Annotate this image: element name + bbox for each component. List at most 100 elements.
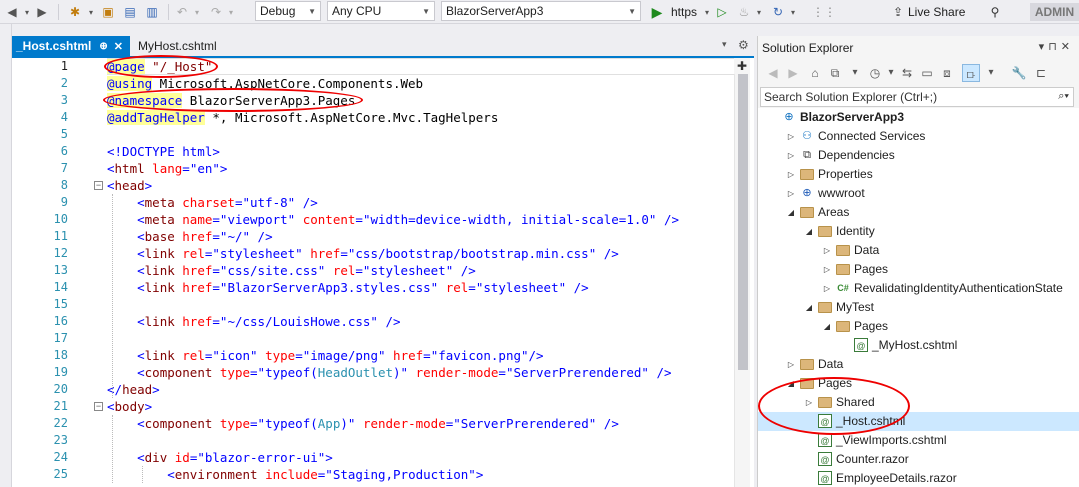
tree-item[interactable]: ▷ Pages [758,260,1079,279]
configuration-select[interactable]: Debug ▼ [255,1,321,21]
back-icon[interactable]: ◀ [4,3,20,21]
tree-item[interactable]: @ EmployeeDetails.razor [758,469,1079,487]
feedback-icon[interactable]: ⚲ [986,3,1004,21]
save-all-icon[interactable]: ▥ [144,3,160,21]
collapsed-arrow-icon[interactable]: ▷ [786,184,796,203]
solution-tree[interactable]: ⊕ BlazorServerApp3 ▷ ⚇ Connected Services ▷ ⧉ D… [758,108,1079,487]
user-account-badge[interactable]: ADMIN [1030,3,1079,21]
code-line[interactable]: @page "/_Host" [107,58,212,75]
code-line[interactable]: @using Microsoft.AspNetCore.Components.W… [107,75,423,92]
tree-item[interactable]: ▷ ⧉ Dependencies [758,146,1079,165]
code-line[interactable]: <meta name="viewport" content="width=dev… [107,211,679,228]
code-line[interactable]: </head> [107,381,160,398]
forward-icon[interactable]: ▶ [34,3,50,21]
startup-project-select[interactable]: BlazorServerApp3 ▼ [441,1,641,21]
expanded-arrow-icon[interactable]: ◢ [786,203,796,222]
code-line[interactable]: @namespace BlazorServerApp3.Pages [107,92,355,109]
expanded-arrow-icon[interactable]: ◢ [786,374,796,393]
collapse-all-icon[interactable]: ▭ [918,64,936,82]
collapsed-arrow-icon[interactable]: ▷ [786,165,796,184]
back-dropdown-icon[interactable]: ▾ [22,3,32,21]
code-line[interactable]: <base href="~/" /> [107,228,273,245]
close-icon[interactable]: ✕ [1061,41,1074,53]
back-icon[interactable]: ◀ [764,64,782,82]
collapsed-arrow-icon[interactable]: ▷ [786,146,796,165]
editor-vertical-scrollbar[interactable] [734,58,750,487]
hot-reload-icon[interactable]: ♨ [736,3,752,21]
code-line[interactable]: <body> [107,398,152,415]
code-line[interactable]: <link rel="stylesheet" href="css/bootstr… [107,245,619,262]
tree-item[interactable]: ◢ Pages [758,374,1079,393]
panel-dropdown-icon[interactable]: ▾ [1039,41,1049,53]
forward-icon[interactable]: ▶ [784,64,802,82]
code-line[interactable]: <link href="~/css/LouisHowe.css" /> [107,313,400,330]
collapsed-arrow-icon[interactable]: ▷ [822,260,832,279]
collapsed-arrow-icon[interactable]: ▷ [786,355,796,374]
run-profile-label[interactable]: https [667,3,701,21]
tree-item[interactable]: ▷ ⚇ Connected Services [758,127,1079,146]
undo-dropdown-icon[interactable]: ▾ [192,3,202,21]
search-icon[interactable]: ⌕▾ [1058,90,1069,103]
code-line[interactable]: <component type="typeof(App)" render-mod… [107,415,619,432]
sync-icon[interactable]: ⇆ [898,64,916,82]
tree-item[interactable]: @ _Host.cshtml [758,412,1079,431]
platform-select[interactable]: Any CPU ▼ [327,1,435,21]
code-line[interactable]: <link rel="icon" type="image/png" href="… [107,347,543,364]
close-icon[interactable]: ✕ [114,40,123,53]
tree-item[interactable]: ◢ Identity [758,222,1079,241]
expanded-arrow-icon[interactable]: ◢ [804,298,814,317]
redo-dropdown-icon[interactable]: ▾ [226,3,236,21]
tree-item[interactable]: ◢ Pages [758,317,1079,336]
code-line[interactable]: @addTagHelper *, Microsoft.AspNetCore.Mv… [107,109,498,126]
collapsed-arrow-icon[interactable]: ▷ [822,241,832,260]
toolbar-grid-icon[interactable]: ⋮⋮ [812,3,836,21]
tree-item[interactable]: @ Counter.razor [758,450,1079,469]
collapsed-arrow-icon[interactable]: ▷ [786,127,796,146]
solution-explorer-search[interactable]: Search Solution Explorer (Ctrl+;) ⌕▾ [760,87,1074,107]
code-line[interactable]: <link href="BlazorServerApp3.styles.css"… [107,279,589,296]
tree-item[interactable]: ⊕ BlazorServerApp3 [758,108,1079,127]
tree-item[interactable]: @ _ViewImports.cshtml [758,431,1079,450]
code-editor[interactable]: 1 2 3 4 5 6 7 8 9 10 11 12 13 14 15 16 17 18 19 20 21 22 23 24 2… [12,58,754,487]
refresh-icon[interactable]: ↻ [770,3,786,21]
new-project-icon[interactable]: ✱ [66,3,84,21]
code-line[interactable]: <link href="css/site.css" rel="styleshee… [107,262,476,279]
live-share-icon[interactable]: ⇪ [890,3,906,21]
switch-views-icon[interactable]: ⧉ [826,64,844,82]
strip-label-toolbox[interactable] [2,124,11,126]
tree-item[interactable]: @ _MyHost.cshtml [758,336,1079,355]
expanded-arrow-icon[interactable]: ◢ [822,317,832,336]
run-profile-dropdown-icon[interactable]: ▾ [702,3,712,21]
undo-icon[interactable]: ↶ [174,3,190,21]
tab-host-cshtml[interactable]: _Host.cshtml ⊕ ✕ [12,36,130,56]
code-line[interactable]: <!DOCTYPE html> [107,143,220,160]
home-icon[interactable]: ⌂ [806,64,824,82]
properties-wrench-icon[interactable]: 🔧 [1010,64,1028,82]
preview-icon[interactable]: ⊏ [1032,64,1050,82]
tree-item[interactable]: ▷ Data [758,355,1079,374]
hot-reload-dropdown-icon[interactable]: ▾ [754,3,764,21]
tree-item[interactable]: ▷ Data [758,241,1079,260]
code-line[interactable]: <head> [107,177,152,194]
split-editor-icon[interactable]: ✚ [734,58,750,74]
pin-icon[interactable]: ⊓ [1048,41,1061,53]
pin-icon[interactable]: ⊕ [99,41,107,52]
tree-item[interactable]: ◢ Areas [758,203,1079,222]
scrollbar-thumb[interactable] [738,74,748,370]
fold-toggle-icon[interactable]: − [94,181,103,190]
tree-item[interactable]: ▷ Shared [758,393,1079,412]
chevron-down-icon[interactable]: ▾ [846,64,864,82]
refresh-dropdown-icon[interactable]: ▾ [788,3,798,21]
code-line[interactable]: <html lang="en"> [107,160,227,177]
expanded-arrow-icon[interactable]: ◢ [804,222,814,241]
open-folder-icon[interactable]: ▣ [100,3,116,21]
tab-myhost-cshtml[interactable]: MyHost.cshtml [134,36,264,56]
collapsed-arrow-icon[interactable]: ▷ [822,279,832,298]
save-icon[interactable]: ▤ [122,3,138,21]
redo-icon[interactable]: ↷ [208,3,224,21]
code-line[interactable]: <meta charset="utf-8" /> [107,194,318,211]
live-share-button[interactable]: Live Share [908,3,972,21]
tree-item[interactable]: ▷ ⊕ wwwroot [758,184,1079,203]
show-all-files-icon[interactable]: ⧈ [938,64,956,82]
fold-toggle-icon[interactable]: − [94,402,103,411]
